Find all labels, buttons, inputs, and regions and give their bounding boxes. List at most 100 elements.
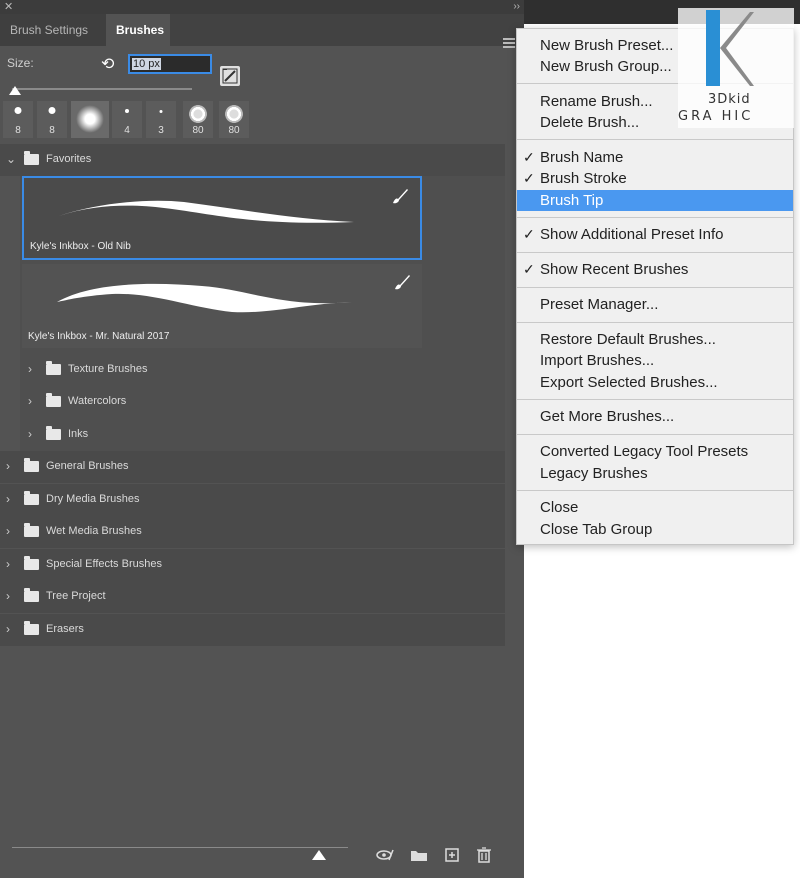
panel-menu-icon[interactable]	[503, 38, 515, 48]
folder-tree-project[interactable]: › Tree Project	[0, 581, 505, 613]
preview-size-slider-thumb[interactable]	[312, 850, 326, 860]
brush-name: Kyle's Inkbox - Old Nib	[30, 241, 131, 252]
menu-brush-name[interactable]: Brush Name	[517, 147, 793, 168]
menu-preset-manager[interactable]: Preset Manager...	[517, 294, 793, 315]
chevron-right-icon[interactable]: ›	[6, 557, 10, 571]
hard-round-brush-icon	[14, 107, 22, 114]
recent-brush[interactable]: 8	[37, 101, 67, 138]
menu-export-selected-brushes[interactable]: Export Selected Brushes...	[517, 372, 793, 393]
chevron-right-icon[interactable]: ›	[6, 622, 10, 636]
recent-brush[interactable]: 80	[183, 101, 213, 138]
recent-brush-size: 80	[192, 125, 204, 136]
folder-icon	[24, 458, 39, 472]
logo-k-stem	[706, 10, 720, 86]
folder-erasers[interactable]: › Erasers	[0, 614, 505, 646]
folder-inks[interactable]: › Inks	[0, 419, 505, 451]
folder-wet-media-brushes[interactable]: › Wet Media Brushes	[0, 516, 505, 548]
logo-text-bottom: GRA HIC	[678, 109, 754, 124]
menu-show-recent-brushes[interactable]: Show Recent Brushes	[517, 259, 793, 280]
brush-icon	[393, 189, 408, 204]
trash-icon[interactable]	[475, 847, 493, 863]
folder-watercolors[interactable]: › Watercolors	[0, 386, 505, 418]
reset-size-icon[interactable]: ⟲	[101, 54, 114, 74]
folder-dry-media-brushes[interactable]: › Dry Media Brushes	[0, 484, 505, 516]
menu-separator	[517, 490, 793, 491]
menu-get-more-brushes[interactable]: Get More Brushes...	[517, 406, 793, 427]
chevron-right-icon[interactable]: ›	[6, 459, 10, 473]
tab-brushes[interactable]: Brushes	[106, 14, 170, 46]
menu-separator	[517, 287, 793, 288]
menu-show-additional-preset-info[interactable]: Show Additional Preset Info	[517, 224, 793, 245]
tab-bar: Brush Settings Brushes	[0, 14, 524, 48]
new-group-icon[interactable]	[410, 847, 428, 863]
brush-stroke-preview	[57, 283, 352, 313]
folder-icon	[24, 621, 39, 635]
soft-round-brush-icon	[76, 105, 104, 133]
watermark-logo: 3Dkid GRA HIC	[678, 8, 794, 128]
folder-general-brushes[interactable]: › General Brushes	[0, 451, 505, 483]
logo-text-top: 3Dkid	[708, 92, 751, 107]
chevron-right-icon[interactable]: ›	[28, 394, 32, 408]
brush-flip-button[interactable]	[220, 66, 240, 86]
panel-footer	[0, 836, 524, 878]
recent-brush[interactable]: 8	[3, 101, 33, 138]
menu-separator	[517, 322, 793, 323]
recent-brush[interactable]: 3	[146, 101, 176, 138]
close-panel-icon[interactable]: ✕	[4, 0, 13, 14]
tab-brush-settings[interactable]: Brush Settings	[0, 14, 106, 46]
folder-icon	[46, 361, 61, 375]
chevron-right-icon[interactable]: ›	[6, 524, 10, 538]
menu-brush-tip[interactable]: Brush Tip	[517, 190, 793, 211]
chevron-down-icon[interactable]: ⌄	[6, 152, 16, 166]
chevron-right-icon[interactable]: ›	[28, 427, 32, 441]
chevron-right-icon[interactable]: ›	[6, 589, 10, 603]
recent-brush-size: 80	[228, 125, 240, 136]
recent-brush-size: 3	[158, 125, 164, 136]
folder-texture-brushes[interactable]: › Texture Brushes	[0, 354, 505, 386]
hard-round-brush-icon	[159, 110, 163, 113]
folder-icon	[24, 151, 39, 165]
folder-icon	[46, 426, 61, 440]
size-slider-track[interactable]	[12, 88, 192, 90]
recent-brush-size: 4	[124, 125, 130, 136]
menu-separator	[517, 139, 793, 140]
folder-favorites[interactable]: ⌄ Favorites	[0, 144, 505, 176]
recent-brush-size: 8	[15, 125, 21, 136]
menu-separator	[517, 399, 793, 400]
new-brush-icon[interactable]	[443, 847, 461, 863]
brush-stroke-preview	[59, 200, 354, 223]
size-label: Size:	[7, 56, 34, 70]
menu-converted-legacy-tool-presets[interactable]: Converted Legacy Tool Presets	[517, 441, 793, 462]
recent-brush[interactable]: 80	[219, 101, 249, 138]
toggle-preview-icon[interactable]	[376, 847, 394, 863]
recent-brush[interactable]: 4	[112, 101, 142, 138]
folder-label: Watercolors	[68, 395, 127, 407]
chevron-right-icon[interactable]: ›	[28, 362, 32, 376]
brush-preset-old-nib[interactable]: Kyle's Inkbox - Old Nib	[22, 176, 422, 260]
logo-k-arms	[720, 12, 754, 86]
folder-label: Inks	[68, 428, 89, 440]
folder-special-effects-brushes[interactable]: › Special Effects Brushes	[0, 549, 505, 581]
size-input[interactable]: 10 px	[128, 54, 212, 74]
size-slider-thumb[interactable]	[9, 86, 21, 95]
menu-separator	[517, 434, 793, 435]
brush-preset-mr-natural[interactable]: Kyle's Inkbox - Mr. Natural 2017	[22, 264, 422, 348]
folder-icon	[24, 523, 39, 537]
preview-size-slider-track[interactable]	[12, 847, 348, 848]
brushes-panel: ✕ ›› Brush Settings Brushes Size: ⟲ 10 p…	[0, 0, 524, 878]
menu-separator	[517, 217, 793, 218]
menu-brush-stroke[interactable]: Brush Stroke	[517, 168, 793, 189]
flower-brush-icon	[225, 105, 243, 123]
folder-icon	[24, 588, 39, 602]
recent-brush[interactable]	[71, 101, 109, 138]
menu-legacy-brushes[interactable]: Legacy Brushes	[517, 463, 793, 484]
chevron-right-icon[interactable]: ›	[6, 492, 10, 506]
menu-import-brushes[interactable]: Import Brushes...	[517, 350, 793, 371]
menu-restore-default-brushes[interactable]: Restore Default Brushes...	[517, 329, 793, 350]
menu-close[interactable]: Close	[517, 497, 793, 518]
menu-close-tab-group[interactable]: Close Tab Group	[517, 519, 793, 540]
recent-brush-size: 8	[49, 125, 55, 136]
folder-icon	[24, 491, 39, 505]
menu-separator	[517, 252, 793, 253]
collapse-icon[interactable]: ››	[513, 0, 520, 14]
